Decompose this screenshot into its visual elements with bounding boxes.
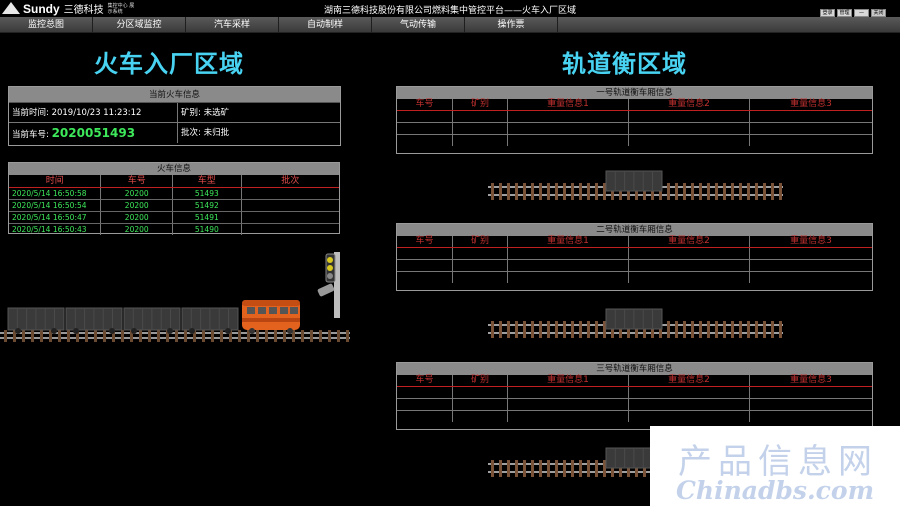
cell-car-no: 20200 [101,224,174,235]
cell-batch [242,188,339,199]
train-number-value: 2020051493 [51,126,136,140]
cell-car-type: 51492 [173,200,242,211]
track-scale-panel-3: 三号轨道衡车厢信息 车号 矿别 重量信息1 重量信息2 重量信息3 [396,362,873,430]
col-weight-3: 重量信息3 [790,236,832,246]
batch-label: 批次: [180,128,201,138]
menu-pneumatic-transfer[interactable]: 气动传输 [372,17,465,33]
locomotive-icon [242,300,300,334]
batch-value: 未归批 [203,128,230,138]
col-ore: 矿别 [453,236,508,247]
cell-car-no: 20200 [101,212,174,223]
col-car-no: 车号 [101,175,173,187]
cell-time: 2020/5/14 16:50:43 [9,224,102,235]
track-scale-panel-1: 一号轨道衡车厢信息 车号 矿别 重量信息1 重量信息2 重量信息3 [396,86,873,154]
table-row[interactable] [397,122,872,134]
table-row[interactable] [397,247,872,259]
cell-car-no: 20200 [101,200,174,211]
current-train-header: 当前火车信息 [9,87,340,103]
track-scale-columns-1: 车号 矿别 重量信息1 重量信息2 重量信息3 [397,99,872,110]
col-ore: 矿别 [453,99,508,110]
menu-operation-ticket[interactable]: 操作票 [465,17,558,33]
table-row[interactable] [397,259,872,271]
track-scale-columns-2: 车号 矿别 重量信息1 重量信息2 重量信息3 [397,236,872,247]
col-weight-1: 重量信息1 [508,375,629,386]
manage-button[interactable]: 管理 [837,9,852,17]
menu-area-monitor[interactable]: 分区域监控 [93,17,186,33]
table-row[interactable]: 2020/5/14 16:50:47 20200 51491 [9,211,339,223]
watermark-line2: Chinadbs.com [676,476,875,505]
current-time-value: 2019/10/23 11:23:12 [51,108,142,118]
table-row[interactable]: 2020/5/14 16:50:54 20200 51492 [9,199,339,211]
cell-car-no: 20200 [101,188,174,199]
col-car-no: 车号 [397,99,453,110]
current-train-row-number: 当前车号: 2020051493 批次: 未归批 [9,123,340,143]
menu-monitor-overview[interactable]: 监控总图 [0,17,93,33]
col-weight-1: 重量信息1 [508,236,629,247]
col-ore: 矿别 [453,375,508,386]
close-button[interactable]: 关闭 [871,9,886,17]
table-row[interactable] [397,386,872,398]
signal-light-icon [317,252,340,318]
table-row[interactable] [397,110,872,122]
table-row[interactable] [397,271,872,283]
track-scale-header-1: 一号轨道衡车厢信息 [397,87,872,99]
cell-batch [242,212,339,223]
cell-time: 2020/5/14 16:50:54 [9,200,102,211]
cell-time: 2020/5/14 16:50:47 [9,212,102,223]
cell-batch [242,224,339,235]
cell-time: 2020/5/14 16:50:58 [9,188,102,199]
cell-car-type: 51493 [173,188,242,199]
current-train-panel: 当前火车信息 当前时间: 2019/10/23 11:23:12 矿别: 未选矿… [8,86,341,146]
current-train-row-time: 当前时间: 2019/10/23 11:23:12 矿别: 未选矿 [9,103,340,123]
track-scale-header-3: 三号轨道衡车厢信息 [397,363,872,375]
track-scale-graphic-1 [488,170,783,200]
menu-truck-sampling[interactable]: 汽车采样 [186,17,279,33]
cell-car-type: 51490 [173,224,242,235]
batch-cell: 批次: 未归批 [178,123,340,143]
table-row[interactable] [397,410,872,422]
col-car-no: 车号 [397,236,453,247]
col-weight-2: 重量信息2 [629,236,750,247]
watermark: 产品信息网 Chinadbs.com [650,426,900,506]
col-weight-3: 重量信息3 [790,375,832,385]
current-time-label: 当前时间: [12,108,49,118]
col-weight-2: 重量信息2 [629,99,750,110]
title-bar: Sundy 三德科技 集控中心 展示系统 湖南三德科技股份有限公司燃料集中管控平… [0,0,900,17]
window-buttons: 登录 管理 — 关闭 [820,9,886,17]
track-scale-header-2: 二号轨道衡车厢信息 [397,224,872,236]
login-button[interactable]: 登录 [820,9,835,17]
table-row[interactable] [397,134,872,146]
left-section-title: 火车入厂区域 [94,50,244,78]
col-time: 时间 [9,175,102,187]
track-scale-panel-2: 二号轨道衡车厢信息 车号 矿别 重量信息1 重量信息2 重量信息3 [396,223,873,291]
table-row[interactable]: 2020/5/14 16:50:43 20200 51490 [9,223,339,235]
ore-label: 矿别: [180,108,201,118]
train-number-label: 当前车号: [12,130,49,140]
col-car-type: 车型 [173,175,242,187]
col-weight-1: 重量信息1 [508,99,629,110]
col-batch: 批次 [281,176,300,186]
minimize-button[interactable]: — [854,9,869,17]
train-info-table: 火车信息 时间 车号 车型 批次 2020/5/14 16:50:58 2020… [8,162,340,235]
track-scale-graphic-2 [488,308,783,338]
track-scale-columns-3: 车号 矿别 重量信息1 重量信息2 重量信息3 [397,375,872,386]
col-car-no: 车号 [397,375,453,386]
menu-auto-sample-prep[interactable]: 自动制样 [279,17,372,33]
train-info-header: 火车信息 [9,163,339,175]
ore-value: 未选矿 [203,108,230,118]
train-info-columns: 时间 车号 车型 批次 [9,175,339,187]
col-weight-2: 重量信息2 [629,375,750,386]
current-time-cell: 当前时间: 2019/10/23 11:23:12 [9,103,178,123]
col-weight-3: 重量信息3 [790,99,832,109]
right-section-title: 轨道衡区域 [562,50,687,78]
cell-car-type: 51491 [173,212,242,223]
train-scene [0,252,350,342]
train-number-cell: 当前车号: 2020051493 [9,123,178,143]
ore-cell: 矿别: 未选矿 [178,103,340,123]
app-title: 湖南三德科技股份有限公司燃料集中管控平台——火车入厂区域 [323,6,576,16]
cell-batch [242,200,339,211]
menu-bar: 监控总图 分区域监控 汽车采样 自动制样 气动传输 操作票 [0,17,900,33]
table-row[interactable] [397,398,872,410]
table-row[interactable]: 2020/5/14 16:50:58 20200 51493 [9,187,339,199]
